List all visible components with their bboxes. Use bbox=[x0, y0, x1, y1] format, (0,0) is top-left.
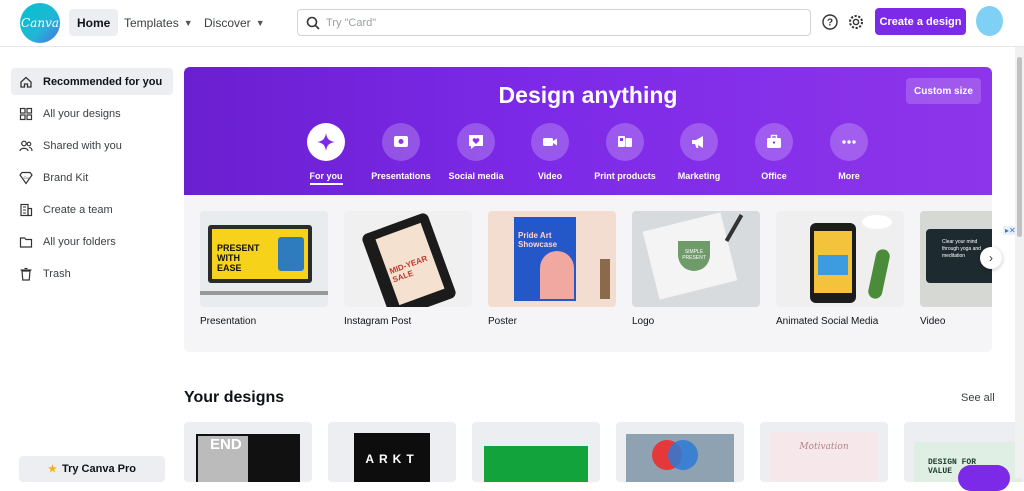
folder-icon bbox=[19, 236, 33, 248]
animated-social-thumbnail bbox=[776, 211, 904, 307]
presentation-icon bbox=[394, 136, 408, 147]
scrollbar-thumb[interactable] bbox=[1017, 57, 1022, 237]
briefcase-icon bbox=[767, 134, 781, 148]
sidebar-item-label: Shared with you bbox=[43, 139, 122, 152]
design-type-card-poster[interactable]: Pride Art Showcase Poster bbox=[488, 211, 616, 327]
hero-title: Design anything bbox=[498, 82, 678, 108]
design-anything-banner: Design anything Custom size For you Pres… bbox=[184, 67, 992, 195]
design-type-label: Animated Social Media bbox=[776, 316, 879, 327]
design-type-card-instagram-post[interactable]: MID-YEAR SALE Instagram Post bbox=[344, 211, 472, 327]
avatar[interactable] bbox=[976, 6, 1003, 36]
category-more[interactable]: More bbox=[804, 123, 894, 181]
chevron-right-icon: › bbox=[989, 251, 993, 265]
category-label: More bbox=[838, 171, 860, 181]
design-thumbnail-3[interactable] bbox=[472, 422, 600, 482]
design-thumb-text: END bbox=[210, 436, 242, 453]
poster-thumbnail: Pride Art Showcase bbox=[488, 211, 616, 307]
star-icon: ★ bbox=[48, 463, 57, 475]
help-chat-button[interactable] bbox=[958, 465, 1010, 491]
brand-kit-icon: Co bbox=[19, 171, 33, 185]
your-designs-title: Your designs bbox=[184, 389, 285, 406]
heart-chat-icon bbox=[469, 135, 483, 149]
design-type-card-presentation[interactable]: PRESENT WITH EASE Presentation bbox=[200, 211, 328, 327]
chevron-down-icon: ▼ bbox=[255, 17, 265, 28]
sidebar-item-label: Trash bbox=[43, 267, 71, 280]
design-thumb-text: ARKT bbox=[365, 452, 419, 466]
search-bar[interactable] bbox=[297, 9, 811, 36]
sidebar-item-label: All your designs bbox=[43, 107, 121, 120]
design-type-label: Presentation bbox=[200, 316, 257, 327]
sidebar-item-create-team[interactable]: Create a team bbox=[11, 196, 173, 223]
gear-icon[interactable] bbox=[846, 12, 866, 32]
design-thumbnail-5[interactable]: Motivation bbox=[760, 422, 888, 482]
print-icon bbox=[618, 136, 632, 147]
help-icon[interactable]: ? bbox=[820, 12, 840, 32]
search-icon bbox=[306, 16, 320, 30]
nav-discover-label: Discover bbox=[204, 15, 251, 30]
sidebar-item-brand-kit[interactable]: Co Brand Kit bbox=[11, 164, 173, 191]
logo-thumbnail: SIMPLE PRESENT bbox=[632, 211, 760, 307]
sparkle-icon bbox=[317, 133, 335, 151]
poster-thumb-text: Pride Art Showcase bbox=[518, 231, 558, 249]
create-design-button[interactable]: Create a design bbox=[875, 8, 966, 35]
nav-discover-button[interactable]: Discover ▼ bbox=[196, 9, 273, 36]
home-icon bbox=[20, 76, 32, 88]
grid-icon bbox=[19, 107, 33, 120]
see-all-link[interactable]: See all bbox=[961, 392, 995, 404]
carousel-next-button[interactable]: › bbox=[980, 247, 1002, 269]
page-scrollbar[interactable] bbox=[1015, 47, 1024, 478]
design-type-label: Instagram Post bbox=[344, 316, 412, 327]
megaphone-icon bbox=[692, 136, 703, 148]
design-type-carousel: PRESENT WITH EASE Presentation MID-YEAR … bbox=[184, 195, 992, 352]
logo-text: Canva bbox=[21, 16, 59, 30]
sidebar-item-shared[interactable]: Shared with you bbox=[11, 132, 173, 159]
category-label: For you bbox=[309, 171, 343, 185]
people-icon bbox=[19, 140, 33, 151]
design-type-card-logo[interactable]: SIMPLE PRESENT Logo bbox=[632, 211, 760, 327]
presentation-thumb-text: PRESENT WITH EASE bbox=[217, 243, 260, 273]
nav-templates-label: Templates bbox=[124, 15, 179, 30]
building-icon bbox=[20, 203, 33, 216]
logo-thumb-text: SIMPLE PRESENT bbox=[682, 249, 706, 261]
nav-templates-button[interactable]: Templates ▼ bbox=[116, 9, 201, 36]
trash-icon bbox=[20, 267, 32, 281]
sidebar-item-label: Recommended for you bbox=[43, 75, 163, 88]
top-bar: Canva Home Templates ▼ Discover ▼ ? Create… bbox=[0, 0, 1024, 47]
design-thumbnail-1[interactable]: END bbox=[184, 422, 312, 482]
try-pro-label: Try Canva Pro bbox=[61, 463, 136, 475]
search-input[interactable] bbox=[326, 16, 796, 29]
sidebar-item-all-designs[interactable]: All your designs bbox=[11, 100, 173, 127]
design-thumbnail-4[interactable] bbox=[616, 422, 744, 482]
canva-logo[interactable]: Canva bbox=[20, 3, 60, 43]
sidebar-item-label: All your folders bbox=[43, 235, 116, 248]
presentation-thumbnail: PRESENT WITH EASE bbox=[200, 211, 328, 307]
try-canva-pro-button[interactable]: ★ Try Canva Pro bbox=[19, 456, 165, 482]
sidebar: Recommended for you All your designs Sha… bbox=[0, 48, 184, 478]
design-type-label: Video bbox=[920, 316, 946, 327]
design-type-label: Poster bbox=[488, 316, 517, 327]
svg-text:?: ? bbox=[827, 18, 833, 29]
design-thumbnail-2[interactable]: ARKT bbox=[328, 422, 456, 482]
sidebar-item-label: Create a team bbox=[43, 203, 113, 216]
design-type-card-video[interactable]: Clear your mind through yoga and meditat… bbox=[920, 211, 992, 327]
more-dots-icon bbox=[842, 140, 856, 144]
sidebar-item-recommended[interactable]: Recommended for you bbox=[11, 68, 173, 95]
custom-size-button[interactable]: Custom size bbox=[906, 78, 981, 104]
sidebar-item-trash[interactable]: Trash bbox=[11, 260, 173, 287]
design-type-label: Logo bbox=[632, 316, 655, 327]
design-thumb-text: Motivation bbox=[799, 442, 849, 452]
sidebar-item-folders[interactable]: All your folders bbox=[11, 228, 173, 255]
video-camera-icon bbox=[543, 138, 557, 146]
sidebar-item-label: Brand Kit bbox=[43, 171, 89, 184]
nav-home-button[interactable]: Home bbox=[69, 9, 119, 36]
svg-text:Co: Co bbox=[23, 174, 29, 179]
instagram-post-thumbnail: MID-YEAR SALE bbox=[344, 211, 472, 307]
design-type-card-animated-social[interactable]: Animated Social Media bbox=[776, 211, 904, 327]
chevron-down-icon: ▼ bbox=[183, 17, 193, 28]
